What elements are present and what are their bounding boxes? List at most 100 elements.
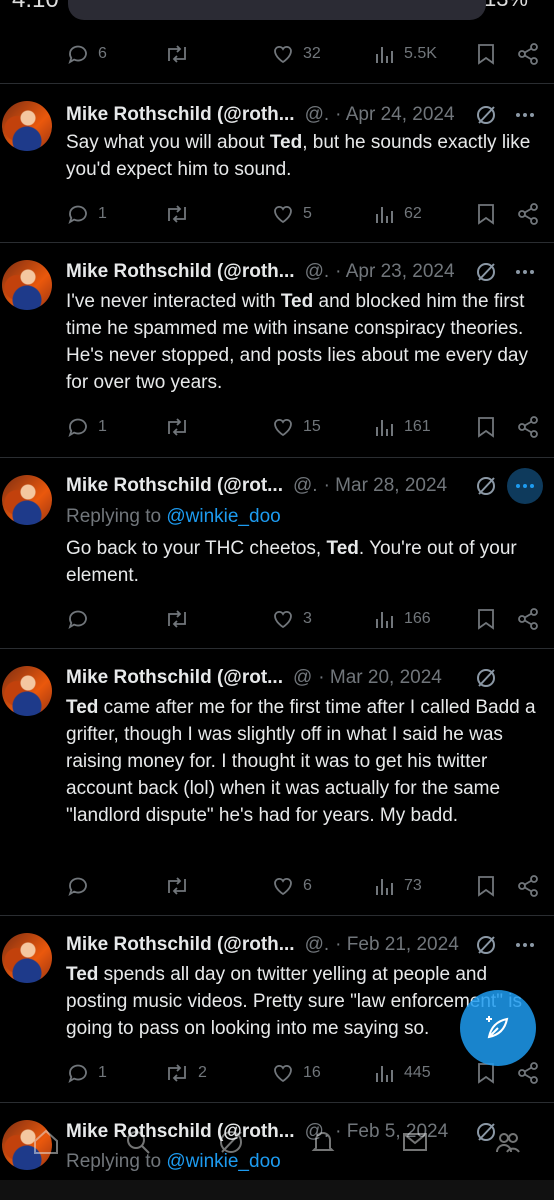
home-icon[interactable]: [29, 1125, 63, 1159]
author-name[interactable]: Mike Rothschild (@roth...: [66, 934, 295, 956]
tweet[interactable]: Mike Rothschild (@rot... @ · Mar 20, 202…: [0, 650, 554, 916]
like-button[interactable]: 6: [271, 872, 312, 900]
tweet-date[interactable]: · Apr 24, 2024: [335, 104, 454, 126]
grok-icon[interactable]: [474, 474, 498, 498]
retweet-button[interactable]: [164, 40, 198, 68]
share-button[interactable]: [516, 605, 540, 633]
reply-button[interactable]: 1: [66, 200, 107, 228]
tweet-header: Mike Rothschild (@roth... @. · Feb 21, 2…: [66, 932, 544, 958]
avatar[interactable]: [2, 101, 52, 151]
tweet-header: Mike Rothschild (@roth... @. · Apr 23, 2…: [66, 259, 544, 285]
views-icon: [376, 47, 393, 63]
like-count: 6: [303, 877, 312, 894]
reply-icon: [68, 610, 87, 630]
compose-button[interactable]: [460, 990, 536, 1066]
like-button[interactable]: 16: [271, 1059, 321, 1087]
like-button[interactable]: 15: [271, 413, 321, 441]
bookmark-button[interactable]: [475, 40, 497, 68]
tweet[interactable]: Mike Rothschild (@roth... @. · Apr 24, 2…: [0, 85, 554, 243]
more-icon[interactable]: [510, 100, 540, 130]
share-button[interactable]: [516, 413, 540, 441]
heart-icon: [274, 877, 292, 896]
bookmark-button[interactable]: [475, 200, 497, 228]
views-button[interactable]: 73: [374, 872, 422, 900]
reply-icon: [68, 45, 87, 65]
grok-icon[interactable]: [474, 666, 498, 690]
reply-button[interactable]: 1: [66, 413, 107, 441]
avatar[interactable]: [2, 475, 52, 525]
reply-count: 1: [98, 418, 107, 435]
retweet-button[interactable]: [164, 413, 198, 441]
tweet-header: Mike Rothschild (@roth... @. · Apr 24, 2…: [66, 102, 544, 128]
bookmark-button[interactable]: [475, 413, 497, 441]
like-button[interactable]: 32: [271, 40, 321, 68]
avatar[interactable]: [2, 666, 52, 716]
author-handle: @.: [304, 934, 330, 955]
replying-to: Replying to @winkie_doo: [66, 506, 281, 528]
messages-icon[interactable]: [398, 1125, 432, 1159]
reply-icon: [68, 877, 87, 897]
bookmark-button[interactable]: [475, 872, 497, 900]
replying-to-link[interactable]: @winkie_doo: [166, 506, 280, 527]
share-button[interactable]: [516, 1059, 540, 1087]
search-icon[interactable]: [121, 1125, 155, 1159]
author-name[interactable]: Mike Rothschild (@rot...: [66, 475, 283, 497]
share-button[interactable]: [516, 200, 540, 228]
retweet-button[interactable]: [164, 200, 198, 228]
views-button[interactable]: 161: [374, 413, 431, 441]
bookmark-icon: [478, 876, 494, 897]
tweet[interactable]: Mike Rothschild (@roth... @. · Apr 23, 2…: [0, 244, 554, 458]
retweet-icon: [168, 610, 186, 628]
grok-icon[interactable]: [474, 933, 498, 957]
reply-button[interactable]: [66, 872, 98, 900]
tweet[interactable]: Mike Rothschild (@rot... @. · Mar 28, 20…: [0, 459, 554, 649]
share-button[interactable]: [516, 872, 540, 900]
bookmark-button[interactable]: [475, 605, 497, 633]
tweet-date[interactable]: · Feb 21, 2024: [335, 934, 459, 956]
communities-icon[interactable]: [491, 1125, 525, 1159]
tweet-actions: 1 5 62: [66, 200, 544, 228]
tweet-actions: 3 166: [66, 605, 544, 633]
more-icon[interactable]: [510, 257, 540, 287]
view-count: 5.5K: [404, 45, 437, 62]
retweet-button[interactable]: 2: [164, 1059, 207, 1087]
grok-nav-icon[interactable]: [214, 1125, 248, 1159]
retweet-icon: [168, 45, 186, 63]
tweet-actions: 1 2 16 445: [66, 1059, 544, 1087]
views-button[interactable]: 62: [374, 200, 422, 228]
avatar[interactable]: [2, 260, 52, 310]
retweet-button[interactable]: [164, 605, 198, 633]
author-name[interactable]: Mike Rothschild (@roth...: [66, 104, 295, 126]
heart-icon: [274, 205, 292, 224]
avatar[interactable]: [2, 933, 52, 983]
retweet-count: 2: [198, 1064, 207, 1081]
grok-icon[interactable]: [474, 260, 498, 284]
reply-button[interactable]: [66, 605, 98, 633]
reply-button[interactable]: 6: [66, 40, 107, 68]
tweet[interactable]: 6 32 5.5K: [0, 0, 554, 84]
like-count: 3: [303, 610, 312, 627]
heart-icon: [274, 610, 292, 629]
views-button[interactable]: 166: [374, 605, 431, 633]
share-button[interactable]: [516, 40, 540, 68]
more-icon[interactable]: [510, 930, 540, 960]
reply-icon: [68, 1064, 87, 1084]
views-button[interactable]: 5.5K: [374, 40, 437, 68]
view-count: 161: [404, 418, 431, 435]
notifications-icon[interactable]: [306, 1125, 340, 1159]
reply-count: 6: [98, 45, 107, 62]
like-button[interactable]: 3: [271, 605, 312, 633]
heart-icon: [274, 45, 292, 64]
retweet-button[interactable]: [164, 872, 198, 900]
like-button[interactable]: 5: [271, 200, 312, 228]
views-button[interactable]: 445: [374, 1059, 431, 1087]
author-name[interactable]: Mike Rothschild (@rot...: [66, 667, 283, 689]
reply-button[interactable]: 1: [66, 1059, 107, 1087]
author-name[interactable]: Mike Rothschild (@roth...: [66, 261, 295, 283]
tweet-date[interactable]: · Mar 20, 2024: [318, 667, 442, 689]
grok-icon[interactable]: [474, 103, 498, 127]
tweet-date[interactable]: · Apr 23, 2024: [335, 261, 454, 283]
tweet-date[interactable]: · Mar 28, 2024: [324, 475, 448, 497]
bookmark-icon: [478, 44, 494, 65]
more-icon[interactable]: [507, 468, 543, 504]
